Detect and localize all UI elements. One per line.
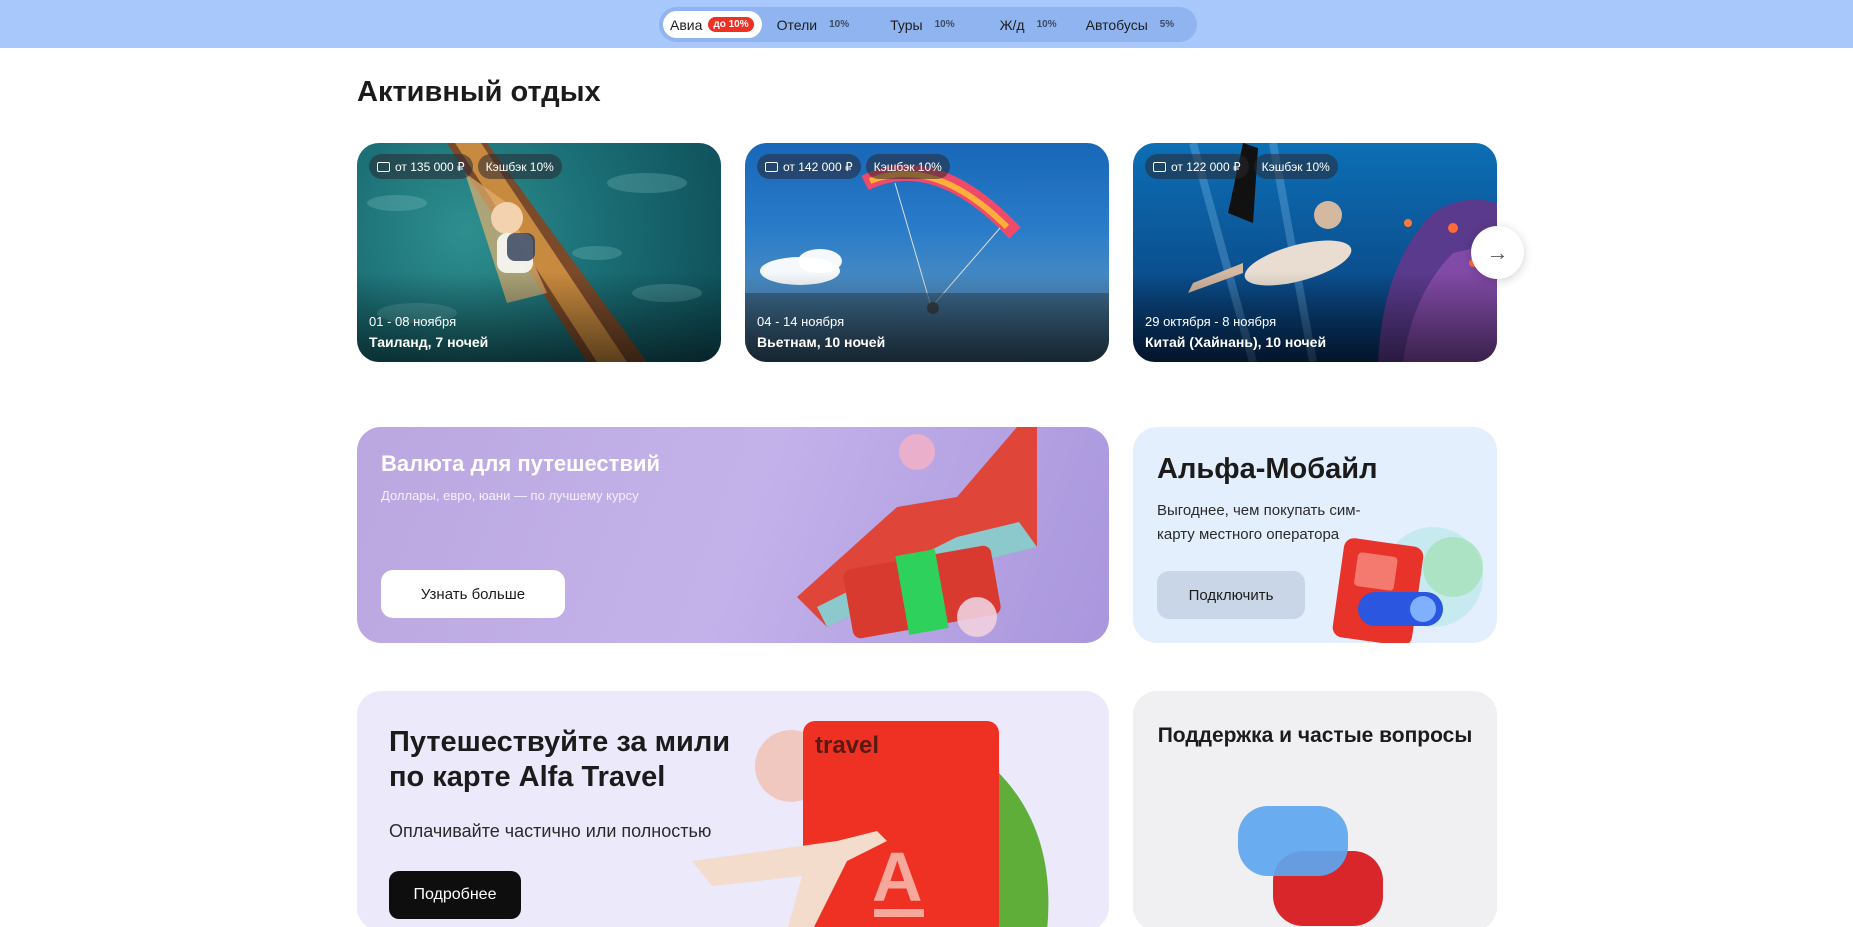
learn-more-button[interactable]: Узнать больше xyxy=(381,570,565,618)
card-chips: от 142 000 ₽ Кэшбэк 10% xyxy=(757,154,950,179)
cashback-chip: Кэшбэк 10% xyxy=(865,154,950,179)
price: от 122 000 ₽ xyxy=(1171,159,1241,174)
alfa-mobile-banner[interactable]: Альфа-Мобайл Выгоднее, чем покупать сим-… xyxy=(1133,427,1497,643)
banner-title: Путешествуйте за мили по карте Alfa Trav… xyxy=(389,726,731,793)
price: от 135 000 ₽ xyxy=(395,159,465,174)
banner-subtitle: Выгоднее, чем покупать сим-карту местног… xyxy=(1157,502,1361,543)
price-chip: от 142 000 ₽ xyxy=(757,154,861,179)
ticket-icon xyxy=(377,161,390,172)
card-destination: Вьетнам, 10 ночей xyxy=(757,334,886,350)
card-brand-text: travel xyxy=(815,732,879,759)
price-chip: от 135 000 ₽ xyxy=(369,154,473,179)
carousel-next-button[interactable]: → xyxy=(1471,226,1524,279)
tab-cashback: 5% xyxy=(1159,19,1175,30)
top-bar: Авиа до 10% Отели 10% Туры 10% Ж/д 10% А… xyxy=(0,0,1853,48)
chat-bubbles-icon xyxy=(1238,806,1383,926)
ticket-icon xyxy=(765,161,778,172)
card-dates: 04 - 14 ноября xyxy=(757,314,845,329)
price: от 142 000 ₽ xyxy=(783,159,853,174)
banner-title: Альфа-Мобайл xyxy=(1157,453,1378,485)
service-tabs: Авиа до 10% Отели 10% Туры 10% Ж/д 10% А… xyxy=(659,7,1197,42)
card-chips: от 135 000 ₽ Кэшбэк 10% xyxy=(369,154,562,179)
card-destination: Таиланд, 7 ночей xyxy=(369,334,489,350)
tab-label: Авиа xyxy=(670,16,703,33)
ticket-icon xyxy=(1153,161,1166,172)
tab-hotels[interactable]: Отели 10% xyxy=(770,11,857,38)
cashback-chip: Кэшбэк 10% xyxy=(1253,154,1338,179)
card-chips: от 122 000 ₽ Кэшбэк 10% xyxy=(1145,154,1338,179)
details-button[interactable]: Подробнее xyxy=(389,871,521,919)
arrow-right-icon: → xyxy=(1486,239,1509,265)
currency-banner[interactable]: Валюта для путешествий Доллары, евро, юа… xyxy=(357,427,1109,643)
section-title: Активный отдых xyxy=(357,76,601,108)
tour-card-thailand[interactable]: от 135 000 ₽ Кэшбэк 10% 01 - 08 ноября Т… xyxy=(357,143,721,362)
price-chip: от 122 000 ₽ xyxy=(1145,154,1249,179)
banner-subtitle: Доллары, евро, юани — по лучшему курсу xyxy=(381,488,639,503)
card-destination: Китай (Хайнань), 10 ночей xyxy=(1145,334,1327,350)
cashback-badge: до 10% xyxy=(708,17,754,32)
tab-cashback: 10% xyxy=(829,19,850,30)
cashback: Кэшбэк 10% xyxy=(485,159,554,174)
alfa-travel-banner[interactable]: travel A Путешествуйте за мили по карте … xyxy=(357,691,1109,927)
card-dates: 29 октября - 8 ноября xyxy=(1145,314,1277,329)
tab-tours[interactable]: Туры 10% xyxy=(883,11,962,38)
cashback: Кэшбэк 10% xyxy=(873,159,942,174)
card-dates: 01 - 08 ноября xyxy=(369,314,457,329)
cashback-chip: Кэшбэк 10% xyxy=(477,154,562,179)
tab-label: Ж/д xyxy=(999,16,1025,33)
tab-avia[interactable]: Авиа до 10% xyxy=(663,11,762,38)
banner-subtitle: Оплачивайте частично или полностью xyxy=(389,821,712,841)
connect-button[interactable]: Подключить xyxy=(1157,571,1305,619)
tab-cashback: 10% xyxy=(934,19,955,30)
tab-buses[interactable]: Автобусы 5% xyxy=(1079,11,1183,38)
tab-label: Автобусы xyxy=(1085,16,1148,33)
tab-trains[interactable]: Ж/д 10% xyxy=(993,11,1065,38)
tab-label: Туры xyxy=(890,16,923,33)
cashback: Кэшбэк 10% xyxy=(1261,159,1330,174)
tab-cashback: 10% xyxy=(1036,19,1057,30)
tour-card-china[interactable]: от 122 000 ₽ Кэшбэк 10% 29 октября - 8 н… xyxy=(1133,143,1497,362)
tab-label: Отели xyxy=(776,16,818,33)
tour-card-vietnam[interactable]: от 142 000 ₽ Кэшбэк 10% 04 - 14 ноября В… xyxy=(745,143,1109,362)
support-banner[interactable]: Поддержка и частые вопросы xyxy=(1133,691,1497,927)
banner-title: Валюта для путешествий xyxy=(381,451,661,476)
svg-text:A: A xyxy=(872,838,923,916)
